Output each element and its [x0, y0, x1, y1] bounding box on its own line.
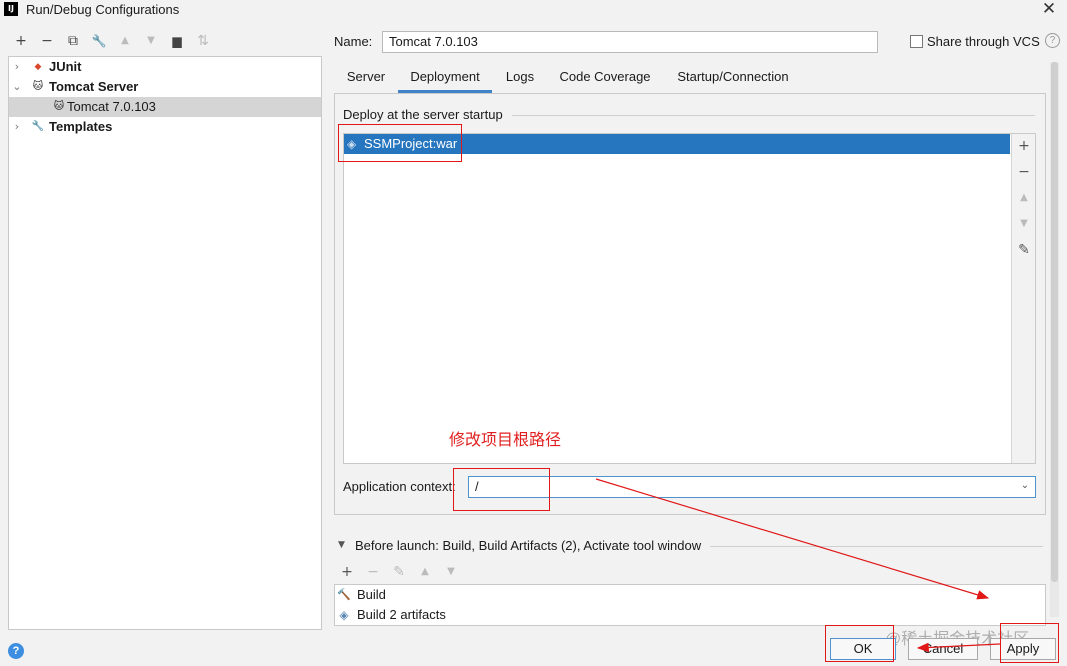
annotation-arrow — [916, 642, 1001, 653]
annotation-arrows — [595, 478, 1001, 653]
annotation-arrow — [595, 478, 990, 600]
